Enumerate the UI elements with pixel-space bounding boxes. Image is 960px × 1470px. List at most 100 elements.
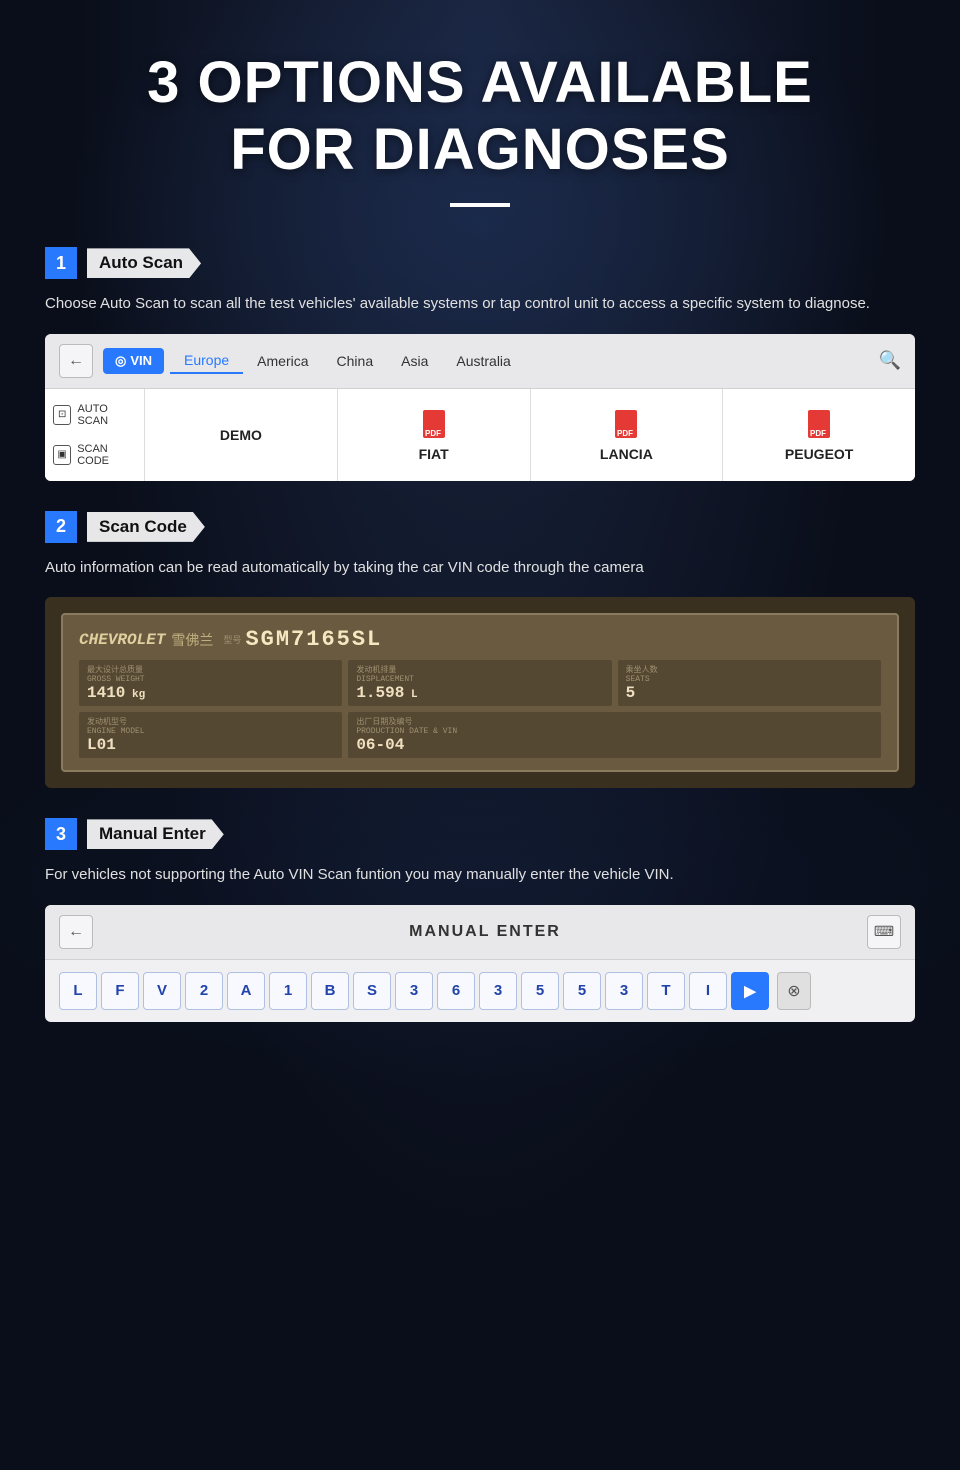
vin-scan-image: CHEVROLET 雪佛兰 型号 SGM7165SL 最大设计总质量 GROSS… (45, 597, 915, 788)
brand-lancia[interactable]: PDF LANCIA (531, 389, 724, 481)
vin-displacement: 发动机排量 DISPLACEMENT 1.598 L (348, 660, 611, 706)
section-1-header: 1 Auto Scan (45, 247, 915, 279)
engine-model-value: L01 (87, 736, 334, 754)
vin-chinese: 雪佛兰 (171, 630, 213, 650)
vin-char-3c[interactable]: 3 (605, 972, 643, 1010)
section-3-desc: For vehicles not supporting the Auto VIN… (45, 864, 915, 887)
tab-europe[interactable]: Europe (170, 348, 243, 374)
delete-button[interactable]: ⊗ (777, 972, 811, 1010)
vin-char-F[interactable]: F (101, 972, 139, 1010)
vin-gross-weight: 最大设计总质量 GROSS WEIGHT 1410 kg (79, 660, 342, 706)
vin-char-S[interactable]: S (353, 972, 391, 1010)
scan-back-button[interactable]: ← (59, 344, 93, 378)
vin-plate: CHEVROLET 雪佛兰 型号 SGM7165SL 最大设计总质量 GROSS… (61, 613, 899, 772)
manual-enter-panel: ← MANUAL ENTER ⌨ L F V 2 A 1 B S 3 6 3 5… (45, 905, 915, 1022)
vin-char-B[interactable]: B (311, 972, 349, 1010)
vin-data-grid: 最大设计总质量 GROSS WEIGHT 1410 kg 发动机排量 DISPL… (79, 660, 881, 758)
brand-lancia-name: LANCIA (600, 446, 653, 462)
brand-demo-name: DEMO (220, 427, 262, 443)
section-1-title: Auto Scan (87, 248, 201, 278)
section-1-number: 1 (45, 247, 77, 279)
vin-char-T[interactable]: T (647, 972, 685, 1010)
section-2-number: 2 (45, 511, 77, 543)
manual-back-button[interactable]: ← (59, 915, 93, 949)
production-label: 出厂日期及编号 PRODUCTION DATE & VIN (356, 716, 873, 736)
sidebar-item-autoscan[interactable]: ⊡ AUTO SCAN (53, 399, 136, 431)
header-divider (450, 203, 510, 207)
vin-char-3[interactable]: 3 (395, 972, 433, 1010)
auto-scan-panel: ← ◎ VIN Europe America China Asia Austra… (45, 334, 915, 481)
vin-char-5[interactable]: 5 (521, 972, 559, 1010)
brand-fiat[interactable]: PDF FIAT (338, 389, 531, 481)
qr-icon: ⌨ (874, 923, 894, 940)
section-3-title: Manual Enter (87, 819, 224, 849)
autoscan-icon: ⊡ (53, 405, 71, 425)
manual-enter-title: MANUAL ENTER (103, 923, 867, 941)
vin-badge[interactable]: ◎ VIN (103, 348, 164, 374)
production-value: 06-04 (356, 736, 873, 754)
brand-grid: DEMO PDF FIAT PDF (145, 389, 915, 481)
vin-char-5b[interactable]: 5 (563, 972, 601, 1010)
manual-back-icon: ← (68, 923, 84, 941)
peugeot-pdf-icon: PDF (805, 408, 833, 440)
tab-china[interactable]: China (323, 349, 388, 373)
svg-text:PDF: PDF (425, 429, 441, 438)
vin-model-value: SGM7165SL (245, 627, 382, 652)
svg-text:PDF: PDF (617, 429, 633, 438)
brand-demo[interactable]: DEMO (145, 389, 338, 481)
vin-char-6[interactable]: 6 (437, 972, 475, 1010)
scan-sidebar: ⊡ AUTO SCAN ▣ SCAN CODE (45, 389, 145, 481)
section-2-title: Scan Code (87, 512, 205, 542)
scancode-icon: ▣ (53, 445, 71, 465)
vin-chars-row: L F V 2 A 1 B S 3 6 3 5 5 3 T I ▶ ⊗ (45, 960, 915, 1022)
displacement-label: 发动机排量 DISPLACEMENT (356, 664, 603, 684)
section-3-header: 3 Manual Enter (45, 818, 915, 850)
brand-peugeot-name: PEUGEOT (785, 446, 853, 462)
tab-australia[interactable]: Australia (442, 349, 524, 373)
section-3-number: 3 (45, 818, 77, 850)
sidebar-item-scancode[interactable]: ▣ SCAN CODE (53, 439, 136, 471)
vin-plate-header: CHEVROLET 雪佛兰 型号 SGM7165SL (79, 627, 881, 652)
search-icon[interactable]: 🔍 (879, 350, 901, 371)
vin-char-3b[interactable]: 3 (479, 972, 517, 1010)
fiat-pdf-icon: PDF (420, 408, 448, 440)
gross-weight-value: 1410 kg (87, 684, 334, 702)
vin-char-2[interactable]: 2 (185, 972, 223, 1010)
vin-type-label: 型号 (223, 633, 241, 646)
vin-char-cursor[interactable]: ▶ (731, 972, 769, 1010)
engine-model-label: 发动机型号 ENGINE MODEL (87, 716, 334, 736)
vin-char-1[interactable]: 1 (269, 972, 307, 1010)
gross-weight-label: 最大设计总质量 GROSS WEIGHT (87, 664, 334, 684)
svg-text:PDF: PDF (810, 429, 826, 438)
seats-label: 乘坐人数 SEATS (626, 664, 873, 684)
region-tabs: Europe America China Asia Australia (170, 348, 879, 374)
vin-char-L[interactable]: L (59, 972, 97, 1010)
scan-viewfinder-icon: ◎ (115, 353, 126, 369)
section-1-desc: Choose Auto Scan to scan all the test ve… (45, 293, 915, 316)
vin-char-I[interactable]: I (689, 972, 727, 1010)
scan-nav-bar: ← ◎ VIN Europe America China Asia Austra… (45, 334, 915, 389)
tab-america[interactable]: America (243, 349, 322, 373)
qr-button[interactable]: ⌨ (867, 915, 901, 949)
page-header: 3 OPTIONS AVAILABLE FOR DIAGNOSES (45, 50, 915, 207)
autoscan-label: AUTO SCAN (77, 403, 136, 427)
scan-panel-body: ⊡ AUTO SCAN ▣ SCAN CODE DEMO PDF (45, 389, 915, 481)
back-arrow-icon: ← (68, 352, 84, 370)
vin-production: 出厂日期及编号 PRODUCTION DATE & VIN 06-04 (348, 712, 881, 758)
brand-peugeot[interactable]: PDF PEUGEOT (723, 389, 915, 481)
vin-char-A[interactable]: A (227, 972, 265, 1010)
section-2-header: 2 Scan Code (45, 511, 915, 543)
manual-top-bar: ← MANUAL ENTER ⌨ (45, 905, 915, 960)
vin-engine-model: 发动机型号 ENGINE MODEL L01 (79, 712, 342, 758)
vin-brand: CHEVROLET (79, 631, 165, 649)
seats-value: 5 (626, 684, 873, 702)
scancode-label: SCAN CODE (77, 443, 136, 467)
tab-asia[interactable]: Asia (387, 349, 442, 373)
vin-seats: 乘坐人数 SEATS 5 (618, 660, 881, 706)
brand-fiat-name: FIAT (419, 446, 449, 462)
displacement-value: 1.598 L (356, 684, 603, 702)
lancia-pdf-icon: PDF (612, 408, 640, 440)
page-title: 3 OPTIONS AVAILABLE FOR DIAGNOSES (45, 50, 915, 183)
section-2-desc: Auto information can be read automatical… (45, 557, 915, 580)
vin-char-V[interactable]: V (143, 972, 181, 1010)
